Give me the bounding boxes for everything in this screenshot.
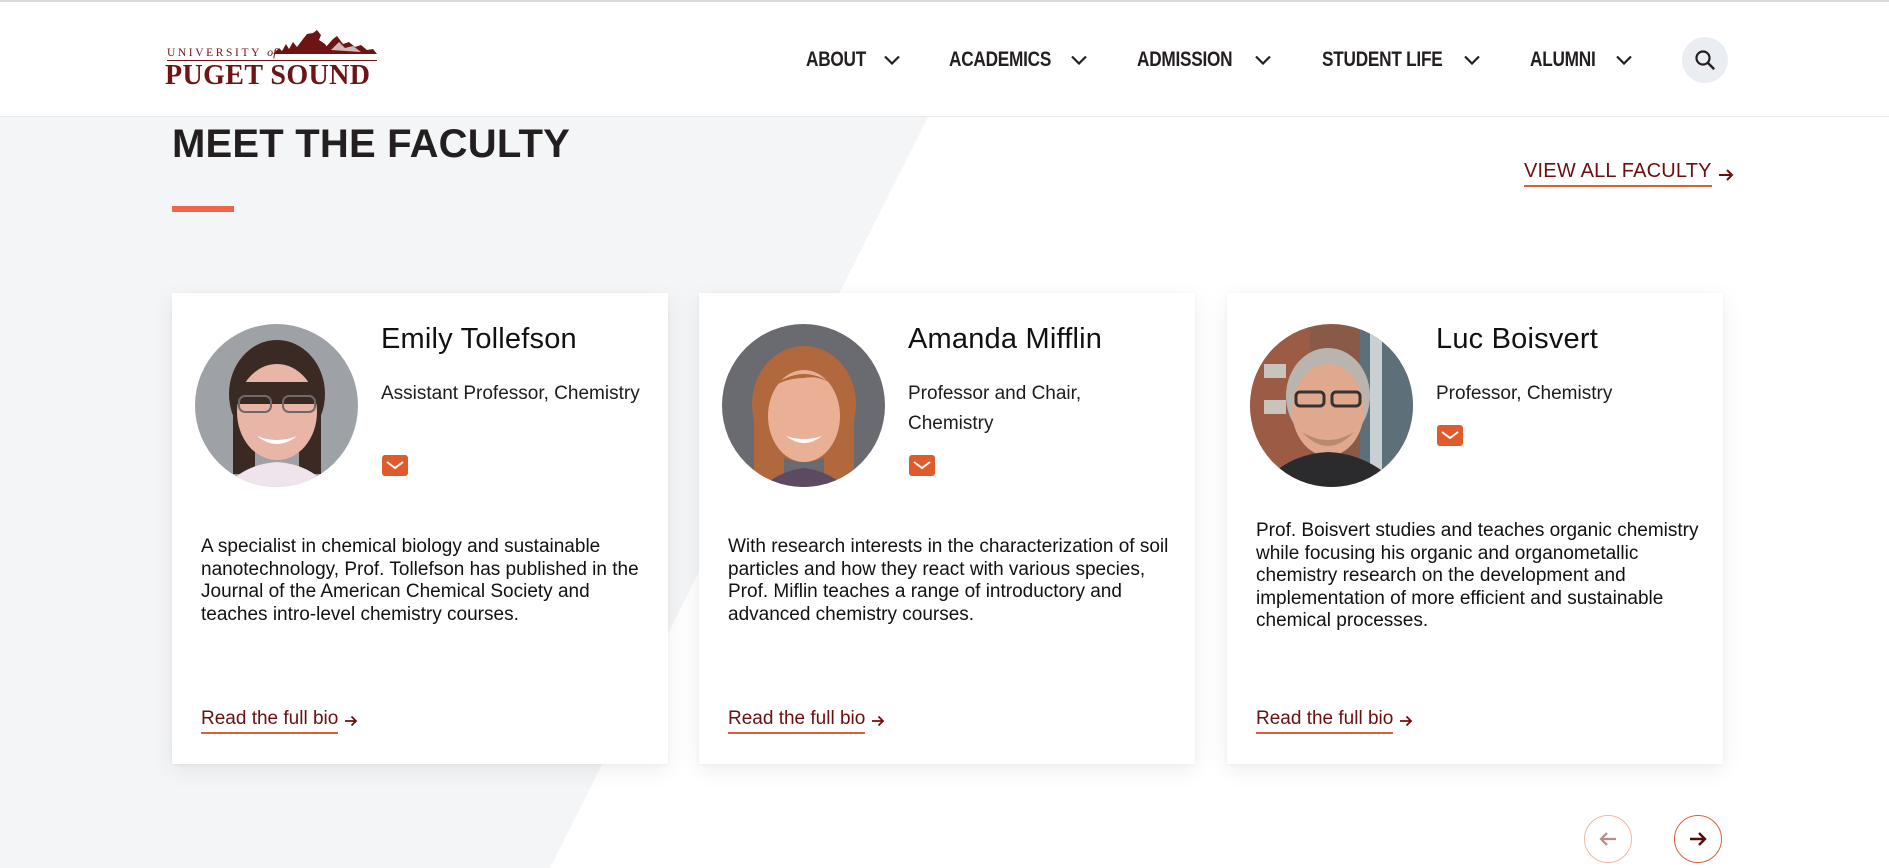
read-full-bio-link[interactable]: Read the full bio [1256,708,1413,734]
nav-item-about[interactable]: ABOUT [806,40,900,80]
faculty-photo [195,324,358,487]
arrow-right-icon [345,715,358,727]
logo-of: of [267,45,277,59]
read-full-bio-label: Read the full bio [201,708,339,734]
arrow-right-icon [1718,168,1734,181]
university-logo[interactable]: UNIVERSITY of PUGET SOUND [165,30,377,91]
read-full-bio-link[interactable]: Read the full bio [201,708,358,734]
mountain-logo-icon [273,30,377,54]
faculty-photo [1250,324,1413,487]
logo-university-text: UNIVERSITY of [167,45,276,60]
chevron-down-icon [1464,55,1480,65]
arrow-right-icon [1400,715,1413,727]
nav-item-admission[interactable]: ADMISSION [1137,40,1271,80]
mail-icon [386,460,404,469]
carousel-next-button[interactable] [1674,815,1722,863]
mail-icon [1441,430,1459,439]
faculty-name: Luc Boisvert [1436,323,1598,355]
mail-icon [913,460,931,469]
read-full-bio-label: Read the full bio [728,708,866,734]
faculty-photo [722,324,885,487]
arrow-right-icon [872,715,885,727]
chevron-down-icon [1071,55,1087,65]
faculty-card: Amanda Mifflin Professor and Chair, Chem… [699,293,1195,764]
email-button[interactable] [909,455,935,476]
nav-item-alumni[interactable]: ALUMNI [1530,40,1632,80]
view-all-faculty-label: VIEW ALL FACULTY [1524,160,1712,187]
faculty-name: Amanda Mifflin [908,323,1103,355]
search-button[interactable] [1682,37,1728,83]
logo-puget-sound-text: PUGET SOUND [165,60,371,91]
nav-label: ALUMNI [1530,48,1596,71]
faculty-portrait-image [1250,324,1413,487]
arrow-right-icon [1690,832,1707,846]
carousel-prev-button[interactable] [1584,815,1632,863]
nav-item-student-life[interactable]: STUDENT LIFE [1322,40,1480,80]
section-title: MEET THE FACULTY [172,122,571,166]
logo-line1: UNIVERSITY [167,47,262,59]
nav-label: ADMISSION [1137,48,1233,71]
faculty-portrait-image [722,324,885,487]
faculty-portrait-image [195,324,358,487]
faculty-role: Professor, Chemistry [1436,383,1613,404]
view-all-faculty-link[interactable]: VIEW ALL FACULTY [1524,160,1734,187]
chevron-down-icon [1616,55,1632,65]
nav-label: ABOUT [806,48,867,71]
faculty-bio: Prof. Boisvert studies and teaches organ… [1256,520,1699,631]
nav-label: ACADEMICS [949,48,1052,71]
email-button[interactable] [382,455,408,476]
site-header: UNIVERSITY of PUGET SOUND ABOUT ACADEMIC… [0,2,1889,117]
faculty-role: Professor and Chair, Chemistry [908,383,1082,434]
faculty-role: Assistant Professor, Chemistry [381,383,640,404]
faculty-name: Emily Tollefson [381,323,577,355]
search-icon [1695,50,1715,70]
faculty-bio: With research interests in the character… [728,536,1169,625]
arrow-left-icon [1599,832,1616,846]
chevron-down-icon [884,55,900,65]
nav-label: STUDENT LIFE [1322,48,1443,71]
read-full-bio-label: Read the full bio [1256,708,1394,734]
email-button[interactable] [1437,425,1463,446]
nav-item-academics[interactable]: ACADEMICS [949,40,1087,80]
read-full-bio-link[interactable]: Read the full bio [728,708,885,734]
faculty-bio: A specialist in chemical biology and sus… [201,536,639,625]
chevron-down-icon [1255,55,1271,65]
faculty-card: Emily Tollefson Assistant Professor, Che… [172,293,668,764]
faculty-card: Luc Boisvert Professor, Chemistry Prof. … [1227,293,1723,764]
title-accent-bar [172,206,234,212]
